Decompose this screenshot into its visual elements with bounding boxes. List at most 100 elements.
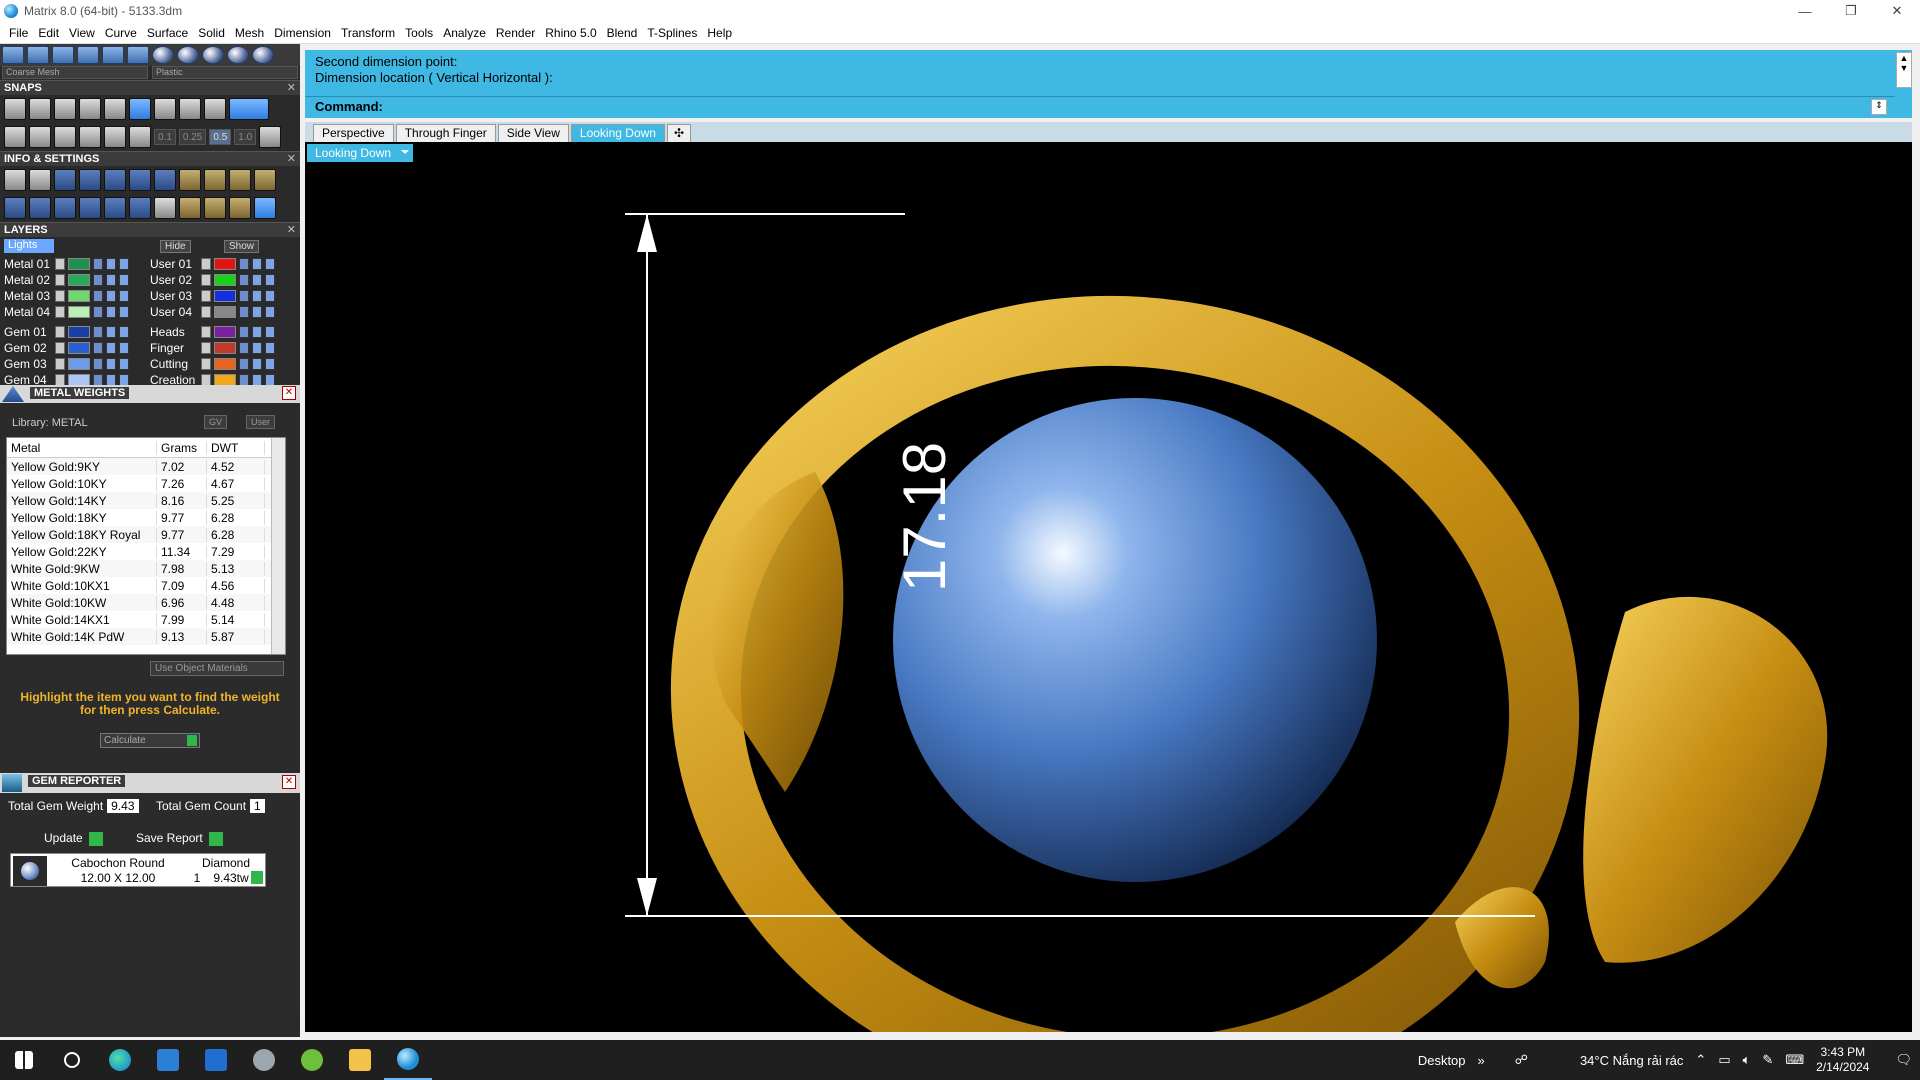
- layer-on-icon[interactable]: [106, 274, 116, 286]
- edge-icon[interactable]: [96, 1040, 144, 1080]
- snap-value-1-0[interactable]: 1.0: [234, 129, 257, 145]
- layer-vis-icon[interactable]: [265, 258, 275, 270]
- tool-d-icon[interactable]: [254, 169, 276, 191]
- use-object-materials-checkbox[interactable]: Use Object Materials: [150, 661, 284, 676]
- table-scrollbar[interactable]: [271, 438, 285, 654]
- layer-color[interactable]: [214, 306, 236, 318]
- mesh-icon[interactable]: [127, 46, 149, 64]
- snap-tan-icon[interactable]: [179, 98, 201, 120]
- pencil-icon[interactable]: [129, 169, 151, 191]
- layer-color[interactable]: [214, 358, 236, 370]
- menu-edit[interactable]: Edit: [33, 26, 64, 40]
- layer-row[interactable]: User 02: [150, 273, 275, 287]
- lock-icon[interactable]: [93, 342, 103, 354]
- layer-arrow-icon[interactable]: [55, 358, 65, 370]
- ghost-icon[interactable]: [102, 46, 124, 64]
- play-icon[interactable]: [251, 871, 263, 884]
- snap-knot-icon[interactable]: [229, 98, 269, 120]
- table-row[interactable]: White Gold:10KW 6.96 4.48: [7, 594, 285, 611]
- layer-on-icon[interactable]: [106, 258, 116, 270]
- lock-icon[interactable]: [239, 342, 249, 354]
- layer-row[interactable]: User 01: [150, 257, 275, 271]
- menu-tsplines[interactable]: T-Splines: [642, 26, 702, 40]
- restore-button[interactable]: ❐: [1828, 0, 1874, 22]
- layer-row[interactable]: Metal 02: [4, 273, 129, 287]
- menu-mesh[interactable]: Mesh: [230, 26, 269, 40]
- layer-color[interactable]: [214, 342, 236, 354]
- table-row[interactable]: Yellow Gold:22KY 11.34 7.29: [7, 543, 285, 560]
- command-input[interactable]: Command: ⇕: [305, 96, 1895, 116]
- lock-icon[interactable]: [239, 326, 249, 338]
- network-icon[interactable]: ▭: [1718, 1052, 1730, 1068]
- ortho-icon[interactable]: [29, 126, 51, 148]
- viewport[interactable]: 17.18 Looking Down: [305, 142, 1912, 1032]
- lock-icon[interactable]: [93, 258, 103, 270]
- layer-vis-icon[interactable]: [119, 290, 129, 302]
- snap-cen-icon[interactable]: [104, 98, 126, 120]
- window-icon[interactable]: [29, 197, 51, 219]
- notifications-icon[interactable]: 🗨︎: [1895, 1052, 1912, 1068]
- material-ball-4-icon[interactable]: [227, 46, 249, 64]
- layer-on-icon[interactable]: [252, 342, 262, 354]
- material-ball-1-icon[interactable]: [152, 46, 174, 64]
- hide-button[interactable]: Hide: [160, 240, 191, 253]
- rhino-icon[interactable]: [240, 1040, 288, 1080]
- layer-vis-icon[interactable]: [265, 358, 275, 370]
- layer-on-icon[interactable]: [252, 274, 262, 286]
- layer-on-icon[interactable]: [252, 258, 262, 270]
- gumball-icon[interactable]: [129, 126, 151, 148]
- menu-tools[interactable]: Tools: [400, 26, 438, 40]
- layer-color[interactable]: [68, 358, 90, 370]
- clock[interactable]: 3:43 PM 2/14/2024: [1816, 1045, 1869, 1075]
- layer-color[interactable]: [68, 290, 90, 302]
- chevron-icon[interactable]: »: [1478, 1053, 1485, 1068]
- tool-b-icon[interactable]: [204, 169, 226, 191]
- snap-quad-icon[interactable]: [204, 98, 226, 120]
- magnifier-icon[interactable]: [29, 169, 51, 191]
- material-ball-3-icon[interactable]: [202, 46, 224, 64]
- people-icon[interactable]: ☍: [1515, 1052, 1528, 1068]
- grid-layout-icon[interactable]: [4, 197, 26, 219]
- layer-row[interactable]: Metal 01: [4, 257, 129, 271]
- tool-a-icon[interactable]: [179, 169, 201, 191]
- tab-perspective[interactable]: Perspective: [313, 124, 394, 142]
- volume-icon[interactable]: 🔈︎: [1743, 1052, 1751, 1068]
- layer-arrow-icon[interactable]: [201, 342, 211, 354]
- layer-row[interactable]: Gem 01: [4, 325, 129, 339]
- tool-e-icon[interactable]: [179, 197, 201, 219]
- layer-on-icon[interactable]: [106, 306, 116, 318]
- close-icon[interactable]: ✕: [282, 386, 296, 400]
- menu-help[interactable]: Help: [702, 26, 737, 40]
- shade-icon[interactable]: [27, 46, 49, 64]
- snap-end-icon[interactable]: [4, 98, 26, 120]
- table-row[interactable]: White Gold:9KW 7.98 5.13: [7, 560, 285, 577]
- cylinder-icon[interactable]: [79, 197, 101, 219]
- table-row[interactable]: White Gold:10KX1 7.09 4.56: [7, 577, 285, 594]
- menu-file[interactable]: File: [4, 26, 33, 40]
- layer-vis-icon[interactable]: [119, 306, 129, 318]
- start-button[interactable]: [0, 1040, 48, 1080]
- layer-vis-icon[interactable]: [119, 326, 129, 338]
- layer-on-icon[interactable]: [106, 326, 116, 338]
- layer-arrow-icon[interactable]: [201, 290, 211, 302]
- layer-row[interactable]: Metal 03: [4, 289, 129, 303]
- table-row[interactable]: Yellow Gold:10KY 7.26 4.67: [7, 475, 285, 492]
- close-icon[interactable]: ✕: [287, 152, 296, 167]
- layer-vis-icon[interactable]: [265, 274, 275, 286]
- lock-icon[interactable]: [239, 358, 249, 370]
- render-icon[interactable]: [52, 46, 74, 64]
- layer-on-icon[interactable]: [252, 358, 262, 370]
- metal-table[interactable]: Metal Grams DWT Yellow Gold:9KY 7.02 4.52 Y…: [6, 437, 286, 655]
- table-row[interactable]: White Gold:14KX1 7.99 5.14: [7, 611, 285, 628]
- layer-arrow-icon[interactable]: [55, 290, 65, 302]
- document-icon[interactable]: [104, 169, 126, 191]
- menu-rhino[interactable]: Rhino 5.0: [540, 26, 601, 40]
- layer-on-icon[interactable]: [106, 358, 116, 370]
- layer-color[interactable]: [214, 258, 236, 270]
- lock-icon[interactable]: [93, 274, 103, 286]
- layer-color[interactable]: [68, 274, 90, 286]
- layer-row[interactable]: Cutting: [150, 357, 275, 371]
- snap-int-icon[interactable]: [129, 98, 151, 120]
- viewport-view-select[interactable]: Looking Down: [307, 144, 414, 162]
- search-icon[interactable]: [48, 1040, 96, 1080]
